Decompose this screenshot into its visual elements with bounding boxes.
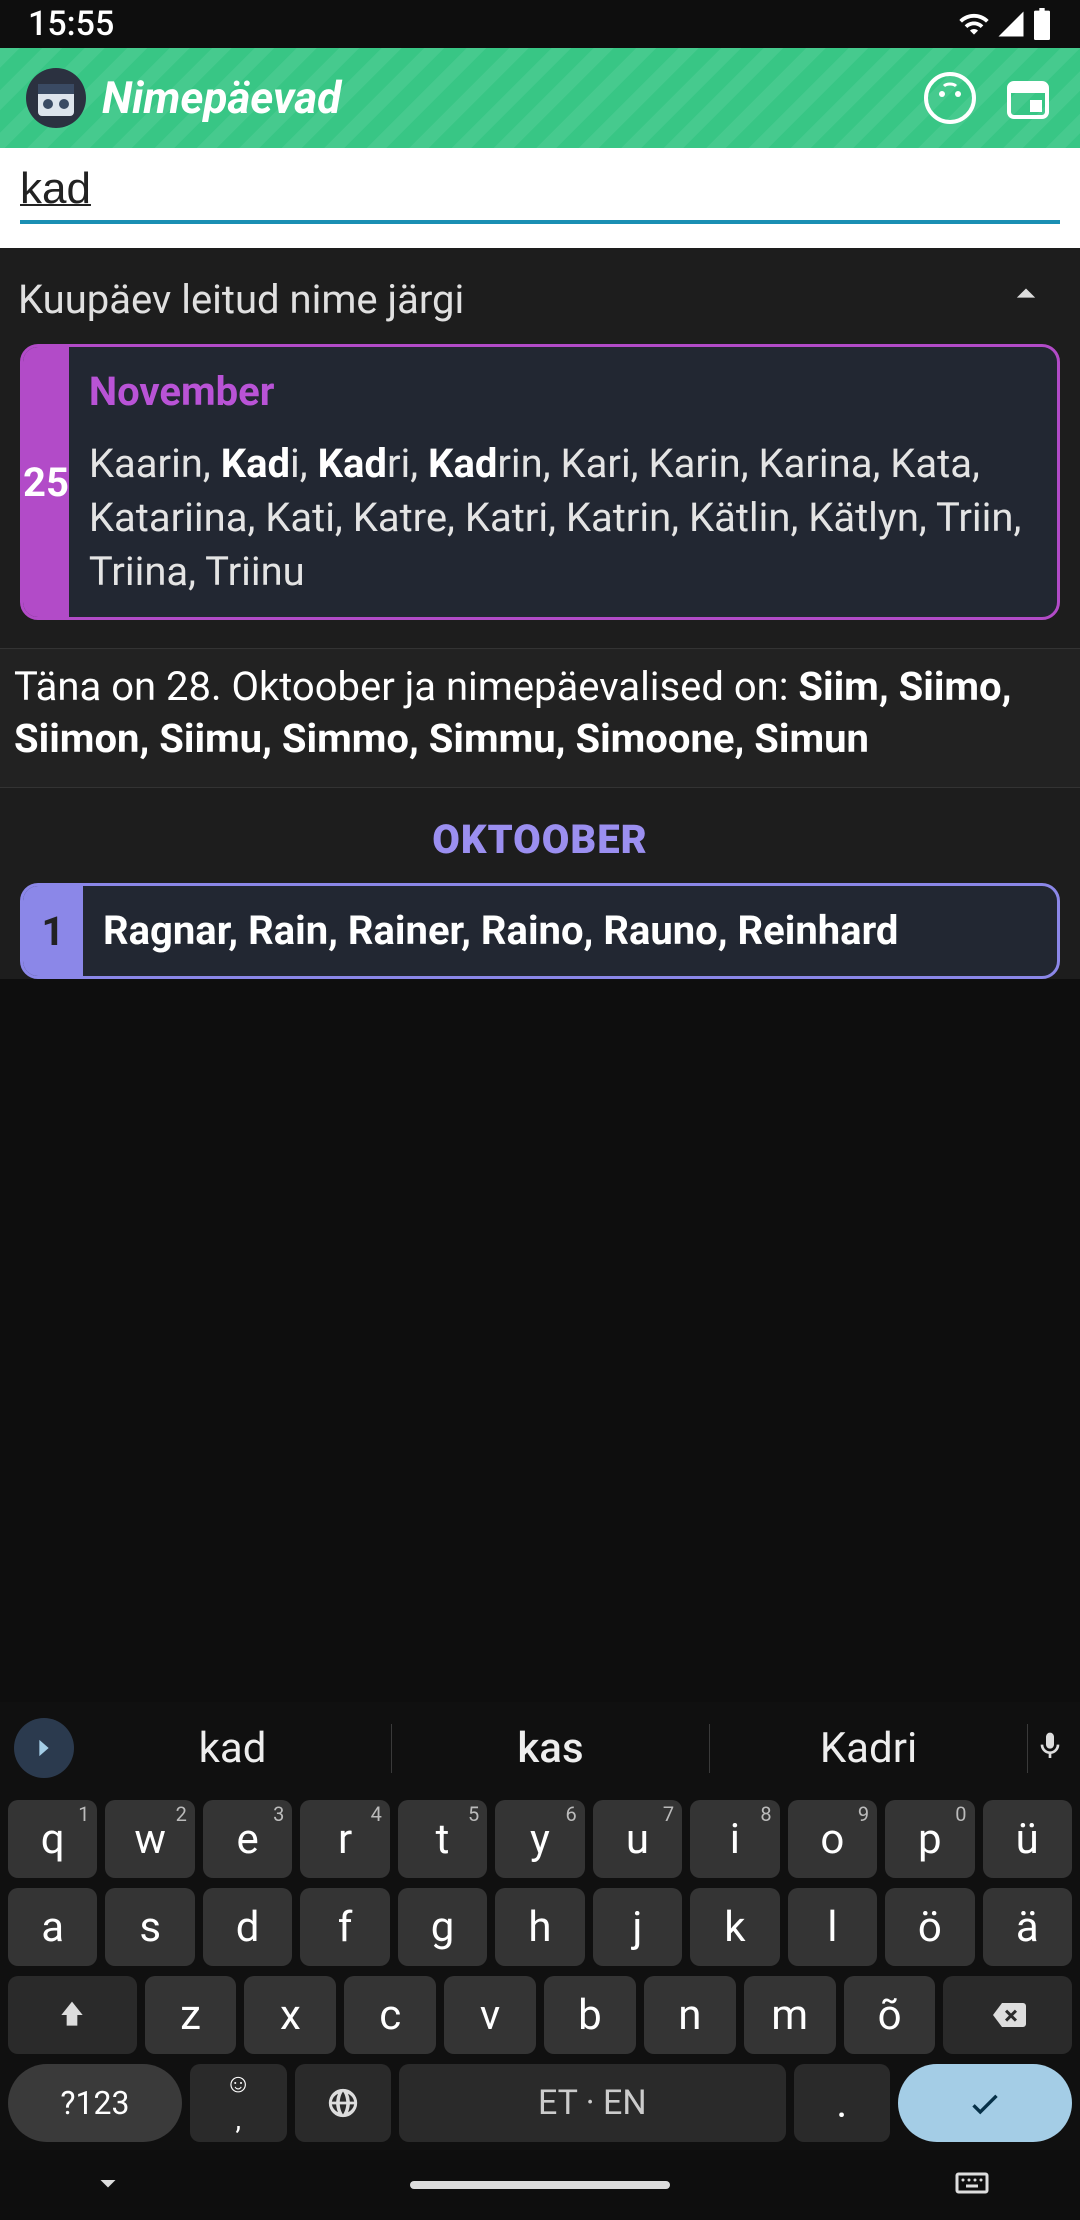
search-input[interactable] [20,164,1060,224]
result-month: November [89,365,1037,419]
app-header: Nimepäevad [0,48,1080,148]
list-content: Ragnar, Rain, Rainer, Raino, Rauno, Rein… [83,886,918,976]
backspace-key[interactable] [943,1976,1072,2054]
key-h[interactable]: h [495,1888,584,1966]
key-m[interactable]: m [744,1976,836,2054]
key-l[interactable]: l [788,1888,877,1966]
calendar-icon[interactable] [1000,70,1056,126]
symbols-key[interactable]: ?123 [8,2064,182,2142]
mic-icon[interactable] [1028,1730,1072,1766]
key-z[interactable]: z [145,1976,237,2054]
key-j[interactable]: j [593,1888,682,1966]
suggestion-1[interactable]: kad [74,1724,392,1773]
key-p[interactable]: p0 [885,1800,974,1878]
expand-suggestions-icon[interactable] [14,1718,74,1778]
signal-icon [996,9,1026,39]
wifi-icon [958,8,990,40]
battery-icon [1032,8,1052,40]
key-o[interactable]: o9 [788,1800,877,1878]
key-u[interactable]: u7 [593,1800,682,1878]
key-n[interactable]: n [644,1976,736,2054]
app-title: Nimepäevad [102,72,900,124]
result-content: November Kaarin, Kadi, Kadri, Kadrin, Ka… [69,347,1057,617]
key-ü[interactable]: ü [983,1800,1072,1878]
search-container [0,148,1080,248]
check-icon [966,2084,1004,2122]
key-a[interactable]: a [8,1888,97,1966]
key-b[interactable]: b [544,1976,636,2054]
key-q[interactable]: q1 [8,1800,97,1878]
shift-key[interactable] [8,1976,137,2054]
hide-keyboard-icon[interactable] [90,2165,126,2205]
status-time: 15:55 [28,4,114,44]
system-navbar [0,2150,1080,2220]
chevron-up-icon[interactable] [1004,272,1048,326]
found-by-name-label: Kuupäev leitud nime järgi [18,276,464,323]
period-key[interactable]: . [794,2064,891,2142]
key-r[interactable]: r4 [300,1800,389,1878]
app-logo-icon [24,66,88,130]
language-key[interactable] [295,2064,392,2142]
found-by-name-header[interactable]: Kuupäev leitud nime järgi [0,258,1080,332]
key-s[interactable]: s [105,1888,194,1966]
result-day: 25 [23,347,69,617]
key-w[interactable]: w2 [105,1800,194,1878]
key-y[interactable]: y6 [495,1800,584,1878]
avatar-icon[interactable] [922,70,978,126]
suggestion-bar: kad kas Kadri [8,1706,1072,1790]
result-names: Kaarin, Kadi, Kadri, Kadrin, Kari, Karin… [89,437,1037,599]
enter-key[interactable] [898,2064,1072,2142]
list-day: 1 [23,886,83,976]
status-bar: 15:55 [0,0,1080,48]
key-row-4: ?123 ☺ , ET · EN . [8,2064,1072,2142]
key-i[interactable]: i8 [690,1800,779,1878]
month-heading: OKTOOBER [0,788,1080,871]
key-e[interactable]: e3 [203,1800,292,1878]
key-ä[interactable]: ä [983,1888,1072,1966]
key-f[interactable]: f [300,1888,389,1966]
list-names: Ragnar, Rain, Rainer, Raino, Rauno, Rein… [103,904,898,958]
key-row-1: q1w2e3r4t5y6u7i8o9p0ü [8,1800,1072,1878]
key-c[interactable]: c [344,1976,436,2054]
suggestion-3[interactable]: Kadri [710,1724,1028,1773]
key-g[interactable]: g [398,1888,487,1966]
list-item[interactable]: 1 Ragnar, Rain, Rainer, Raino, Rauno, Re… [20,883,1060,979]
today-paragraph: Täna on 28. Oktoober ja nimepäevalised o… [0,648,1080,788]
emoji-key[interactable]: ☺ , [190,2064,287,2142]
keyboard-switch-icon[interactable] [954,2165,990,2205]
key-õ[interactable]: õ [844,1976,936,2054]
soft-keyboard: kad kas Kadri q1w2e3r4t5y6u7i8o9p0ü asdf… [0,1702,1080,2150]
space-key[interactable]: ET · EN [399,2064,785,2142]
smiley-icon: ☺ [225,2071,252,2097]
key-d[interactable]: d [203,1888,292,1966]
suggestion-2[interactable]: kas [392,1724,710,1773]
key-t[interactable]: t5 [398,1800,487,1878]
key-ö[interactable]: ö [885,1888,974,1966]
status-icons [958,8,1052,40]
home-indicator[interactable] [410,2181,670,2189]
key-v[interactable]: v [444,1976,536,2054]
globe-icon [326,2086,360,2120]
key-row-3: zxcvbnmõ [8,1976,1072,2054]
today-intro: Täna on 28. Oktoober ja nimepäevalised o… [14,663,798,710]
result-card[interactable]: 25 November Kaarin, Kadi, Kadri, Kadrin,… [20,344,1060,620]
key-x[interactable]: x [244,1976,336,2054]
key-k[interactable]: k [690,1888,779,1966]
results-body: Kuupäev leitud nime järgi 25 November Ka… [0,248,1080,979]
key-row-2: asdfghjklöä [8,1888,1072,1966]
